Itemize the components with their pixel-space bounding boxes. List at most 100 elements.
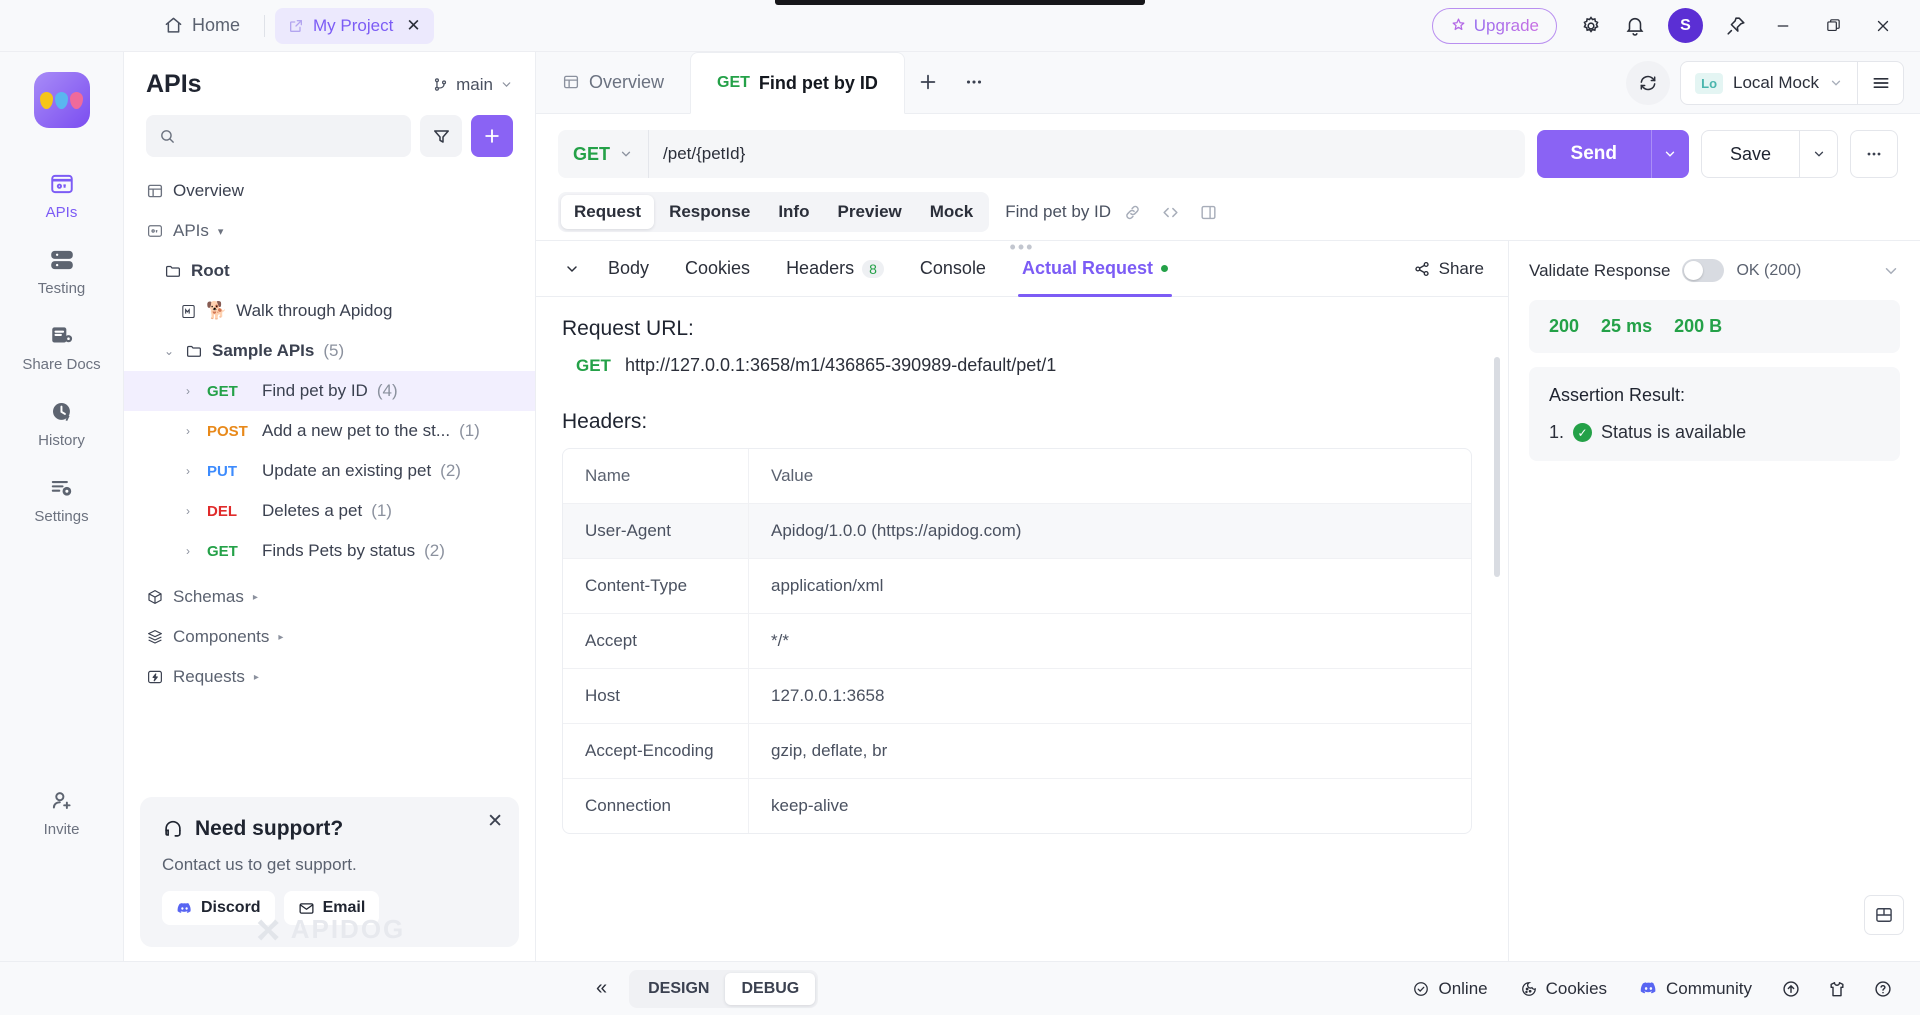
search-box[interactable] <box>146 115 411 157</box>
chevron-right-small-icon[interactable]: ▸ <box>253 592 258 603</box>
chevron-down-icon[interactable] <box>1882 262 1900 280</box>
save-options-button[interactable] <box>1799 131 1837 177</box>
minimize-button[interactable] <box>1760 3 1806 49</box>
sidebar-item-invite[interactable]: Invite <box>0 775 123 851</box>
close-support-card-icon[interactable]: ✕ <box>487 810 503 833</box>
tab-find-pet-by-id[interactable]: GET Find pet by ID <box>690 52 905 114</box>
send-button[interactable]: Send <box>1537 130 1651 178</box>
chevron-down-icon[interactable]: ⌄ <box>164 344 176 358</box>
url-input[interactable] <box>649 144 1525 164</box>
tab-actual-request[interactable]: Actual Request <box>1004 241 1186 297</box>
tree-node-label: Update an existing pet <box>262 461 432 480</box>
sidebar-item-testing[interactable]: Testing <box>0 234 123 310</box>
branch-selector[interactable]: main <box>432 75 513 95</box>
online-status[interactable]: Online <box>1400 972 1499 1006</box>
sidebar-item-share-docs[interactable]: Share Docs <box>0 310 123 386</box>
refresh-button[interactable] <box>1626 61 1671 105</box>
tree-node-find-pet-by-id[interactable]: › GET Find pet by ID (4) <box>124 371 535 411</box>
tree-node-walk-through-apidog[interactable]: 🐕 Walk through Apidog <box>124 291 535 331</box>
community-button[interactable]: Community <box>1627 972 1764 1006</box>
help-icon[interactable] <box>1864 970 1902 1008</box>
request-more-button[interactable] <box>1850 130 1898 178</box>
share-button[interactable]: Share <box>1413 259 1490 279</box>
chevron-right-icon[interactable]: › <box>186 544 198 558</box>
avatar[interactable]: S <box>1668 8 1703 43</box>
tab-console[interactable]: Console <box>902 241 1004 297</box>
code-icon[interactable] <box>1153 195 1187 229</box>
tree-node-schemas[interactable]: Schemas ▸ <box>124 577 535 617</box>
split-view-icon[interactable] <box>1191 195 1225 229</box>
tab-overflow-menu-button[interactable] <box>951 59 997 105</box>
close-window-button[interactable] <box>1860 3 1906 49</box>
request-section-tabs-group: Request Response Info Preview Mock <box>558 192 990 232</box>
close-project-tab-icon[interactable]: ✕ <box>406 16 420 36</box>
chevron-right-icon[interactable]: › <box>186 464 198 478</box>
chevron-down-small-icon[interactable]: ▾ <box>218 225 224 238</box>
chevron-right-small-icon[interactable]: ▸ <box>254 672 259 683</box>
tree-node-finds-pets-by-status[interactable]: › GET Finds Pets by status (2) <box>124 531 535 571</box>
content-scrollbar[interactable] <box>1494 357 1500 577</box>
tab-body[interactable]: Body <box>590 241 667 297</box>
project-tab[interactable]: My Project ✕ <box>275 7 434 44</box>
search-input[interactable] <box>185 127 398 145</box>
chevron-right-small-icon[interactable]: ▸ <box>278 632 283 643</box>
tab-mock[interactable]: Mock <box>917 195 986 229</box>
home-button[interactable]: Home <box>150 8 254 43</box>
actual-request-content: Request URL: GET http://127.0.0.1:3658/m… <box>536 297 1508 961</box>
tree-node-label: Add a new pet to the st... <box>262 421 451 440</box>
mode-design[interactable]: DESIGN <box>632 973 725 1005</box>
tree-node-overview[interactable]: Overview <box>124 171 535 211</box>
tab-preview[interactable]: Preview <box>824 195 914 229</box>
tree-node-root[interactable]: Root <box>124 251 535 291</box>
layout-toggle-button[interactable] <box>1864 895 1904 935</box>
header-value: keep-alive <box>771 796 849 815</box>
tree-node-components[interactable]: Components ▸ <box>124 617 535 657</box>
discord-button[interactable]: Discord <box>162 891 275 925</box>
tab-cookies[interactable]: Cookies <box>667 241 768 297</box>
email-button[interactable]: Email <box>283 891 380 925</box>
tab-info[interactable]: Info <box>765 195 822 229</box>
tree-node-add-a-new-pet[interactable]: › POST Add a new pet to the st... (1) <box>124 411 535 451</box>
sidebar-item-apis[interactable]: APIs <box>0 158 123 234</box>
chevron-right-icon[interactable]: › <box>186 504 198 518</box>
upload-icon[interactable] <box>1772 970 1810 1008</box>
table-row: Accept */* <box>563 614 1471 669</box>
tree-node-update-an-existing-pet[interactable]: › PUT Update an existing pet (2) <box>124 451 535 491</box>
environment-dropdown[interactable]: Lo Local Mock <box>1681 72 1857 94</box>
tab-request[interactable]: Request <box>561 195 655 229</box>
upgrade-button[interactable]: Upgrade <box>1431 7 1557 44</box>
chevron-right-icon[interactable]: › <box>186 424 198 438</box>
copy-link-icon[interactable] <box>1115 195 1149 229</box>
sidebar-item-settings[interactable]: Settings <box>0 462 123 538</box>
send-options-button[interactable] <box>1650 130 1689 178</box>
tree-node-apis[interactable]: APIs ▾ <box>124 211 535 251</box>
method-select[interactable]: GET <box>558 130 650 178</box>
apidog-logo[interactable] <box>33 72 90 128</box>
save-button[interactable]: Save <box>1702 131 1799 177</box>
cookies-button[interactable]: Cookies <box>1508 972 1619 1006</box>
collapse-response-tabs-button[interactable] <box>554 241 590 297</box>
settings-gear-button[interactable] <box>1571 6 1611 46</box>
home-icon <box>164 16 183 35</box>
new-tab-button[interactable] <box>905 59 951 105</box>
tree-node-requests[interactable]: Requests ▸ <box>124 657 535 697</box>
validate-response-toggle[interactable] <box>1682 259 1725 282</box>
sidebar-item-history[interactable]: History <box>0 386 123 462</box>
tree-header: APIs main <box>124 52 535 111</box>
notifications-bell-button[interactable] <box>1615 6 1655 46</box>
environment-menu-button[interactable] <box>1857 62 1903 104</box>
shirt-icon[interactable] <box>1818 970 1856 1008</box>
tab-overview[interactable]: Overview <box>536 51 690 113</box>
tree-node-deletes-a-pet[interactable]: › DEL Deletes a pet (1) <box>124 491 535 531</box>
tab-headers[interactable]: Headers 8 <box>768 241 902 297</box>
tree-node-sample-apis[interactable]: ⌄ Sample APIs (5) <box>124 331 535 371</box>
tab-response[interactable]: Response <box>656 195 763 229</box>
mode-debug[interactable]: DEBUG <box>725 972 816 1005</box>
chevron-right-icon[interactable]: › <box>186 384 198 398</box>
pin-window-button[interactable] <box>1716 6 1756 46</box>
filter-button[interactable] <box>420 115 462 157</box>
window-drag-notch <box>775 0 1145 5</box>
collapse-sidebar-button[interactable]: « <box>588 973 615 1004</box>
maximize-button[interactable] <box>1810 3 1856 49</box>
add-api-button[interactable] <box>471 115 513 157</box>
